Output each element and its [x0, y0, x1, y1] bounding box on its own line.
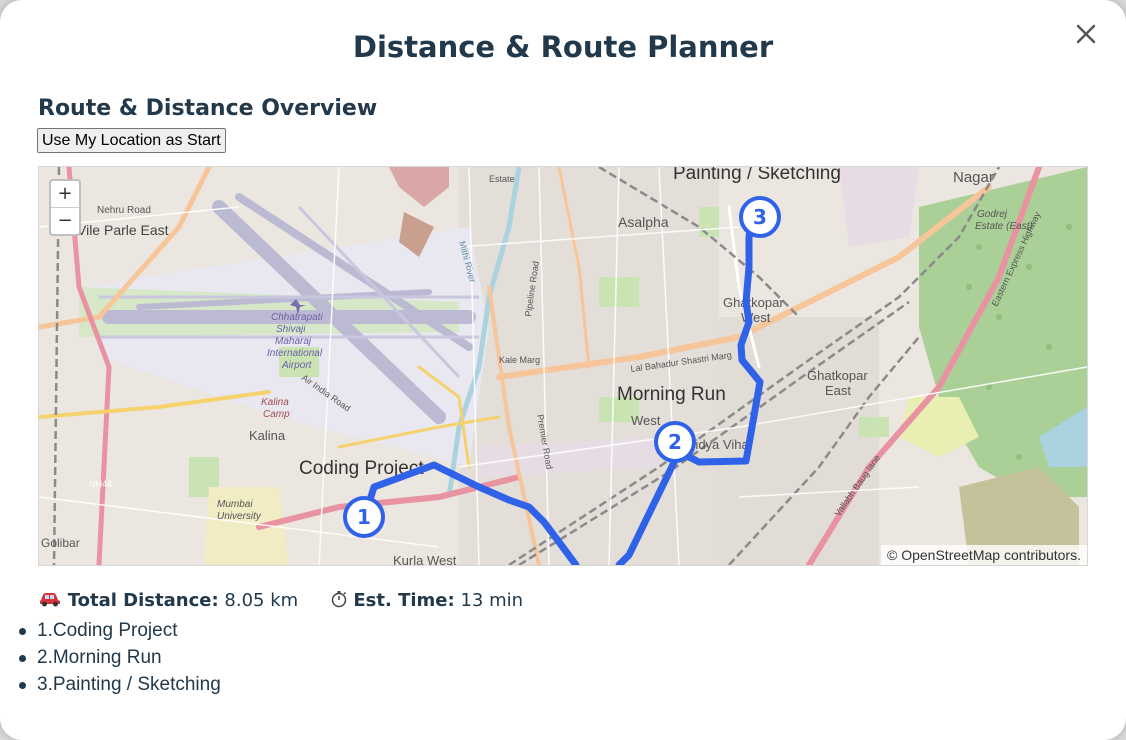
- svg-text:Chhatrapati: Chhatrapati: [271, 312, 323, 323]
- time-label: Est. Time:: [353, 590, 455, 611]
- svg-text:Ghatkopar: Ghatkopar: [723, 295, 784, 310]
- zoom-in-button[interactable]: +: [51, 181, 79, 207]
- car-icon: [38, 590, 68, 611]
- svg-text:Nehru Road: Nehru Road: [97, 205, 151, 216]
- stopwatch-icon: [330, 590, 354, 611]
- svg-text:Kale Marg: Kale Marg: [499, 355, 540, 365]
- marker-3[interactable]: 3: [739, 196, 781, 238]
- svg-text:Kurla West: Kurla West: [393, 553, 457, 565]
- close-icon[interactable]: [1072, 20, 1100, 48]
- svg-text:Painting / Sketching: Painting / Sketching: [673, 167, 841, 184]
- svg-text:Vidya Vihar: Vidya Vihar: [687, 437, 754, 452]
- svg-text:Nagar: Nagar: [953, 169, 994, 186]
- svg-text:Asalpha: Asalpha: [618, 214, 669, 230]
- svg-text:Kalina: Kalina: [261, 397, 289, 408]
- svg-text:Shivaji: Shivaji: [276, 324, 306, 335]
- zoom-out-button[interactable]: −: [51, 207, 79, 234]
- route-planner-modal: Distance & Route Planner Route & Distanc…: [0, 0, 1126, 740]
- use-my-location-button[interactable]: Use My Location as Start: [37, 128, 226, 153]
- svg-text:University: University: [217, 511, 262, 522]
- marker-2[interactable]: 2: [654, 421, 696, 463]
- svg-text:West: West: [631, 413, 661, 428]
- marker-1[interactable]: 1: [343, 496, 385, 538]
- svg-text:Ghatkopar: Ghatkopar: [807, 368, 868, 383]
- list-item: 1.Coding Project: [19, 617, 221, 644]
- svg-text:NH48: NH48: [89, 479, 112, 489]
- svg-text:3: 3: [753, 205, 767, 229]
- attribution-suffix: contributors.: [1003, 547, 1081, 563]
- svg-text:Kalina: Kalina: [249, 428, 286, 443]
- copyright-symbol: ©: [887, 547, 898, 563]
- svg-text:Godrej: Godrej: [977, 209, 1008, 220]
- map-tiles: Painting / Sketching Nagar Asalpha Vile …: [39, 167, 1087, 565]
- svg-text:2: 2: [668, 430, 682, 454]
- svg-text:Estate: Estate: [489, 174, 515, 184]
- svg-text:International: International: [267, 348, 323, 359]
- zoom-control: + −: [49, 179, 81, 236]
- svg-text:1: 1: [357, 505, 371, 529]
- svg-text:Maharaj: Maharaj: [275, 336, 312, 347]
- map-attribution: © OpenStreetMap contributors.: [881, 545, 1087, 565]
- svg-text:Golibar: Golibar: [41, 536, 80, 550]
- route-summary: Total Distance: 8.05 km Est. Time: 13 mi…: [38, 590, 523, 611]
- svg-text:Mumbai: Mumbai: [217, 499, 253, 510]
- svg-text:East: East: [825, 383, 851, 398]
- distance-label: Total Distance:: [67, 590, 219, 611]
- section-title: Route & Distance Overview: [38, 96, 378, 121]
- svg-text:Vile Parle East: Vile Parle East: [77, 222, 169, 238]
- svg-text:Airport: Airport: [281, 360, 313, 371]
- route-map[interactable]: Painting / Sketching Nagar Asalpha Vile …: [38, 166, 1088, 566]
- stop-list: 1.Coding Project 2.Morning Run 3.Paintin…: [19, 617, 221, 698]
- svg-text:Morning Run: Morning Run: [617, 384, 726, 405]
- distance-value: 8.05 km: [224, 590, 299, 611]
- list-item: 2.Morning Run: [19, 644, 221, 671]
- openstreetmap-link[interactable]: OpenStreetMap: [901, 547, 1000, 563]
- time-value: 13 min: [460, 590, 524, 611]
- modal-title: Distance & Route Planner: [352, 30, 774, 64]
- svg-text:Camp: Camp: [263, 409, 290, 420]
- list-item: 3.Painting / Sketching: [19, 671, 221, 698]
